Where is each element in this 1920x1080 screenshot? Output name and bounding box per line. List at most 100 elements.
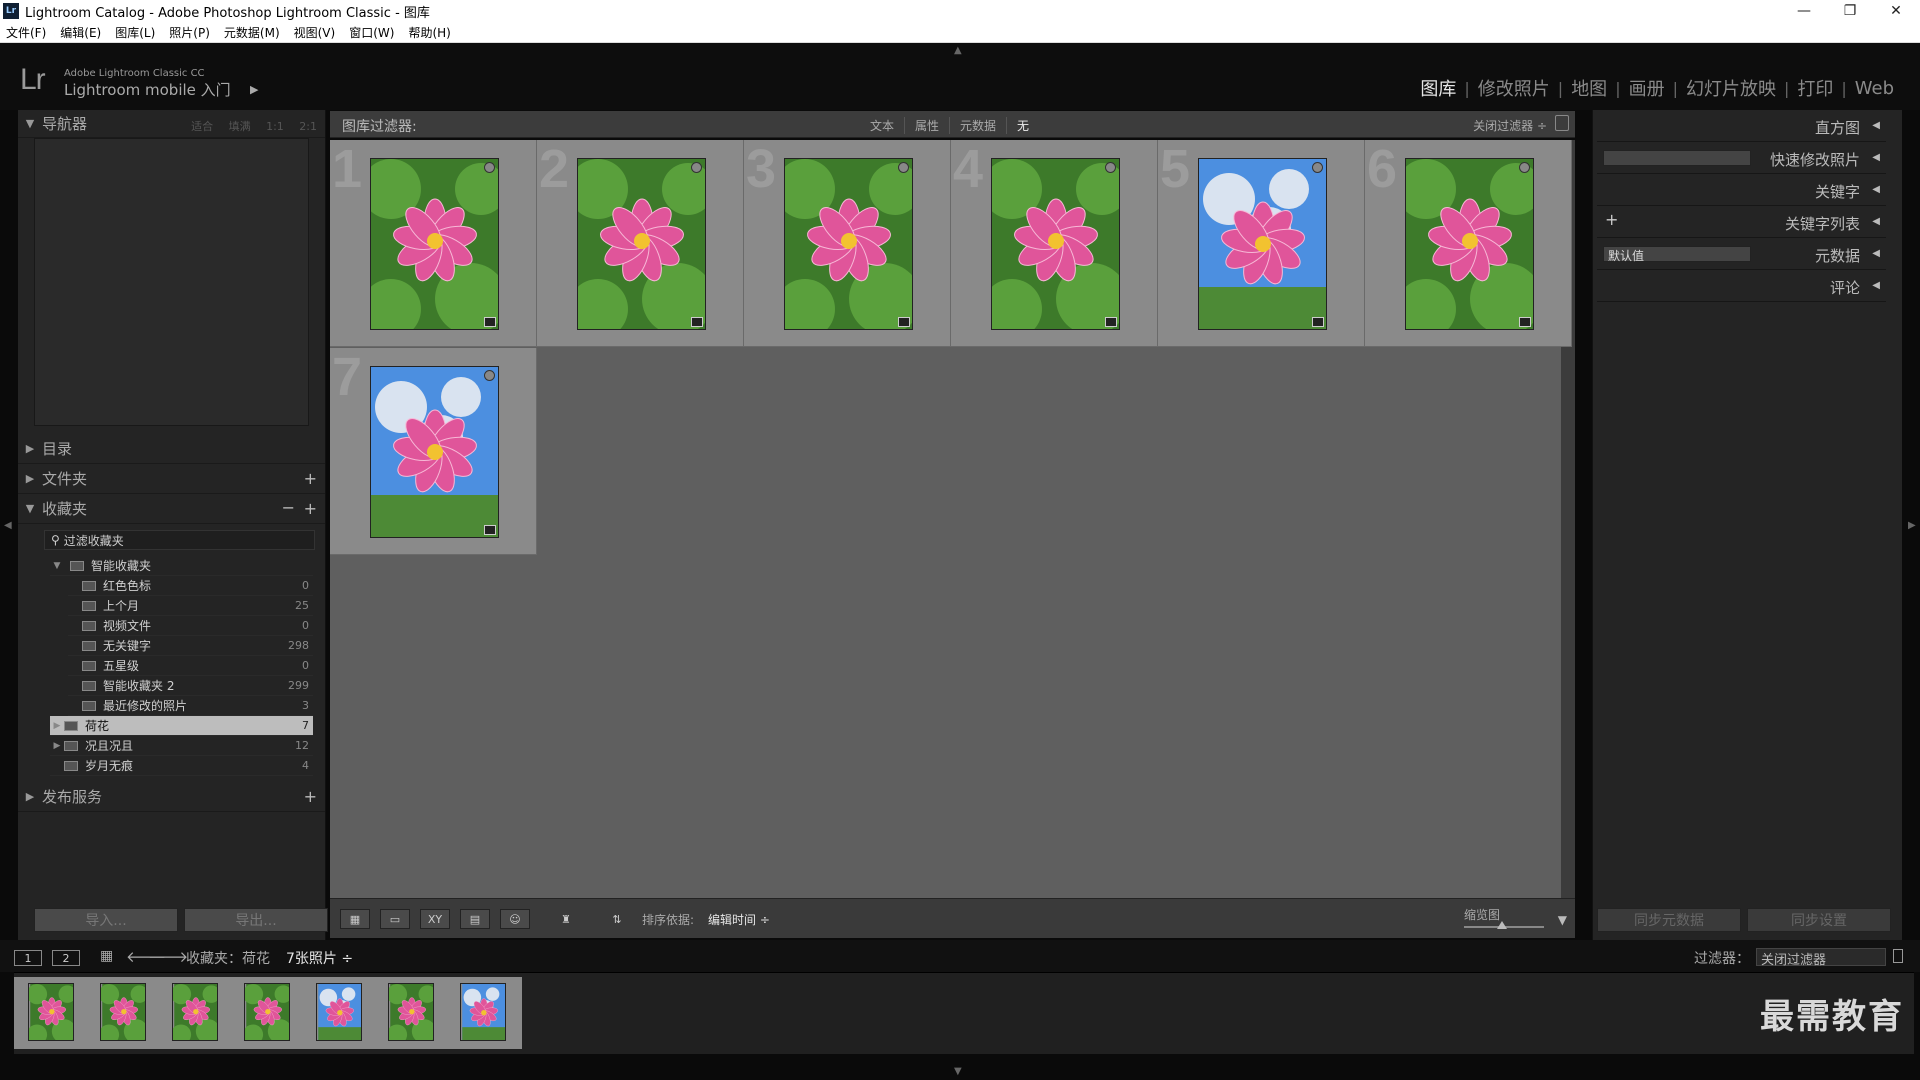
import-button[interactable]: 导入...: [34, 908, 178, 932]
collections-header[interactable]: ▼ 收藏夹 − +: [18, 494, 325, 524]
catalog-header[interactable]: ▶ 目录: [18, 434, 325, 464]
quick-collection-marker-icon[interactable]: [691, 162, 702, 173]
menu-view[interactable]: 视图(V): [294, 24, 336, 41]
edited-badge-icon[interactable]: [1519, 317, 1531, 327]
menu-edit[interactable]: 编辑(E): [60, 24, 101, 41]
toolbar-menu-arrow-icon[interactable]: ▼: [1558, 913, 1567, 927]
collection-item[interactable]: 无关键字 298: [68, 636, 313, 656]
photo-thumbnail[interactable]: [1405, 158, 1534, 330]
collection-item[interactable]: 最近修改的照片 3: [68, 696, 313, 716]
top-panel-toggle-icon[interactable]: ▲: [954, 45, 962, 56]
comments-header[interactable]: 评论 ◀: [1597, 270, 1886, 302]
edited-badge-icon[interactable]: [1312, 317, 1324, 327]
filmstrip-filter-select[interactable]: 关闭过滤器: [1756, 948, 1886, 968]
navigator-header[interactable]: ▼ 导航器 适合 填满 1:1 2:1: [18, 110, 325, 138]
grid-cell[interactable]: 4: [951, 139, 1158, 347]
module-book[interactable]: 画册: [1621, 75, 1673, 101]
module-slideshow[interactable]: 幻灯片放映: [1678, 75, 1784, 101]
collection-item[interactable]: 岁月无痕 4: [50, 756, 313, 776]
right-panel-toggle-icon[interactable]: ▶: [1908, 520, 1916, 531]
grid-cell[interactable]: 7: [330, 347, 537, 555]
close-button[interactable]: ✕: [1874, 0, 1918, 22]
filmstrip-thumbnail[interactable]: [388, 983, 434, 1041]
edited-badge-icon[interactable]: [484, 317, 496, 327]
photo-thumbnail[interactable]: [1198, 158, 1327, 330]
module-develop[interactable]: 修改照片: [1470, 75, 1558, 101]
photo-thumbnail[interactable]: [784, 158, 913, 330]
filter-attribute[interactable]: 属性: [905, 117, 951, 134]
collection-item[interactable]: 五星级 0: [68, 656, 313, 676]
filter-none[interactable]: 无: [1007, 117, 1039, 134]
spray-can-icon[interactable]: ♜: [558, 909, 574, 929]
remove-collection-icon[interactable]: −: [282, 498, 295, 517]
filter-preset-select[interactable]: 关闭过滤器 ÷: [1473, 117, 1547, 134]
filmstrip-thumbnail[interactable]: [172, 983, 218, 1041]
publish-services-header[interactable]: ▶ 发布服务 +: [18, 782, 325, 812]
metadata-header[interactable]: 默认值 元数据 ◀: [1597, 238, 1886, 270]
grid-cell[interactable]: 2: [537, 139, 744, 347]
grid-cell[interactable]: 6: [1365, 139, 1572, 347]
quick-collection-marker-icon[interactable]: [898, 162, 909, 173]
collection-item[interactable]: ▶ 荷花 7: [50, 716, 313, 736]
filmstrip-thumbnail[interactable]: [244, 983, 290, 1041]
maximize-button[interactable]: ❐: [1828, 0, 1872, 22]
filter-text[interactable]: 文本: [860, 117, 906, 134]
smart-collection-set[interactable]: ▼ 智能收藏夹: [50, 556, 313, 576]
module-map[interactable]: 地图: [1563, 75, 1615, 101]
menu-window[interactable]: 窗口(W): [349, 24, 394, 41]
quick-collection-marker-icon[interactable]: [1312, 162, 1323, 173]
menu-help[interactable]: 帮助(H): [408, 24, 450, 41]
collection-item[interactable]: 视频文件 0: [68, 616, 313, 636]
menu-file[interactable]: 文件(F): [6, 24, 46, 41]
quick-collection-marker-icon[interactable]: [1105, 162, 1116, 173]
minimize-button[interactable]: —: [1782, 0, 1826, 22]
compare-view-icon[interactable]: XY: [420, 909, 450, 929]
forward-arrow-icon[interactable]: 🡒: [148, 947, 188, 966]
edited-badge-icon[interactable]: [898, 317, 910, 327]
collection-filter-input[interactable]: ⚲ 过滤收藏夹: [44, 530, 315, 550]
menu-metadata[interactable]: 元数据(M): [224, 24, 280, 41]
filmstrip-photo-count[interactable]: 7张照片 ÷: [286, 948, 353, 968]
grid-cell[interactable]: 1: [330, 139, 537, 347]
edited-badge-icon[interactable]: [484, 525, 496, 535]
loupe-view-icon[interactable]: ▭: [380, 909, 410, 929]
sort-select[interactable]: 编辑时间 ÷: [708, 911, 770, 928]
photo-thumbnail[interactable]: [370, 366, 499, 538]
collapsed-triangle-icon[interactable]: ▶: [50, 721, 64, 731]
zoom-2-1[interactable]: 2:1: [299, 120, 317, 133]
sort-direction-icon[interactable]: ⇅: [602, 909, 632, 929]
zoom-1-1[interactable]: 1:1: [266, 120, 284, 133]
quick-develop-header[interactable]: 快速修改照片 ◀: [1597, 142, 1886, 174]
lock-icon[interactable]: [1555, 115, 1569, 131]
saved-preset-select[interactable]: [1603, 150, 1751, 166]
collection-item[interactable]: 智能收藏夹 2 299: [68, 676, 313, 696]
filter-metadata[interactable]: 元数据: [950, 117, 1008, 134]
survey-view-icon[interactable]: ▤: [460, 909, 490, 929]
quick-collection-marker-icon[interactable]: [1519, 162, 1530, 173]
export-button[interactable]: 导出...: [184, 908, 328, 932]
histogram-header[interactable]: 直方图 ◀: [1597, 110, 1886, 142]
filmstrip-thumbnail[interactable]: [28, 983, 74, 1041]
edited-badge-icon[interactable]: [1105, 317, 1117, 327]
quick-collection-marker-icon[interactable]: [484, 162, 495, 173]
add-folder-icon[interactable]: +: [304, 469, 317, 488]
filmstrip-thumbnail[interactable]: [100, 983, 146, 1041]
lightroom-mobile-link[interactable]: Lightroom mobile 入门: [64, 79, 231, 100]
collection-item[interactable]: 上个月 25: [68, 596, 313, 616]
module-web[interactable]: Web: [1847, 78, 1902, 99]
sync-metadata-button[interactable]: 同步元数据: [1597, 908, 1741, 932]
filmstrip-lock-icon[interactable]: [1893, 949, 1903, 963]
collapsed-triangle-icon[interactable]: ▶: [50, 741, 64, 751]
photo-thumbnail[interactable]: [991, 158, 1120, 330]
play-arrow-icon[interactable]: ▶: [250, 83, 258, 96]
left-panel-toggle-icon[interactable]: ◀: [4, 520, 12, 531]
module-print[interactable]: 打印: [1789, 75, 1841, 101]
bottom-panel-toggle-icon[interactable]: ▼: [954, 1066, 962, 1077]
zoom-fill[interactable]: 填满: [229, 120, 251, 133]
photo-thumbnail[interactable]: [577, 158, 706, 330]
navigator-preview[interactable]: [34, 138, 309, 426]
filmstrip-source-label[interactable]: 收藏夹：荷花: [186, 948, 270, 968]
grid-view-icon[interactable]: ▦: [340, 909, 370, 929]
secondary-window-button[interactable]: 2: [52, 950, 80, 966]
filmstrip-thumbnail[interactable]: [316, 983, 362, 1041]
